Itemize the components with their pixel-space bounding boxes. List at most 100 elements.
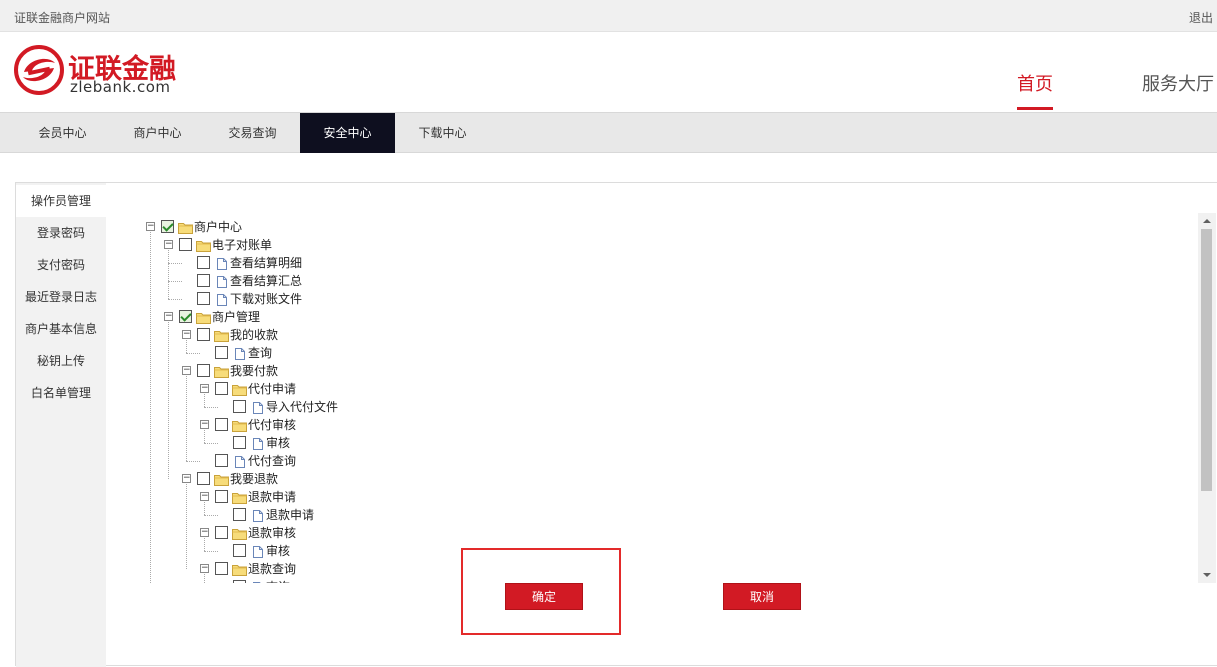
node-checkbox[interactable] [197, 256, 210, 269]
menu-item-download-center[interactable]: 下载中心 [395, 113, 490, 153]
sidebar-item-merchant-info[interactable]: 商户基本信息 [16, 313, 106, 345]
collapse-icon[interactable]: − [182, 366, 191, 375]
scroll-down-arrow-icon[interactable] [1198, 567, 1216, 583]
tree-node[interactable]: 审核 [204, 434, 418, 452]
node-label[interactable]: 审核 [266, 542, 290, 560]
collapse-icon[interactable]: − [182, 330, 191, 339]
collapse-icon[interactable]: − [164, 240, 173, 249]
tree-node[interactable]: − 商户中心 [146, 218, 346, 236]
node-checkbox[interactable] [233, 436, 246, 449]
node-checkbox[interactable] [197, 364, 210, 377]
node-checkbox[interactable] [179, 238, 192, 251]
logo[interactable]: 证联金融 zlebank.com [14, 45, 184, 97]
collapse-icon[interactable]: − [200, 564, 209, 573]
node-label[interactable]: 商户中心 [194, 218, 242, 236]
tree-scrollbar[interactable] [1198, 213, 1216, 583]
collapse-icon[interactable]: − [200, 492, 209, 501]
collapse-icon[interactable]: − [200, 384, 209, 393]
tree-node[interactable]: 审核 [204, 542, 418, 560]
node-checkbox[interactable] [233, 580, 246, 583]
node-label[interactable]: 我要退款 [230, 470, 278, 488]
node-checkbox[interactable] [197, 328, 210, 341]
node-checkbox[interactable] [215, 418, 228, 431]
tree-node[interactable]: 查询 [218, 578, 418, 583]
node-label[interactable]: 查看结算明细 [230, 254, 302, 272]
node-label[interactable]: 退款查询 [248, 560, 296, 578]
tree-node[interactable]: − 我的收款 [182, 326, 382, 344]
node-label[interactable]: 下载对账文件 [230, 290, 302, 308]
collapse-icon[interactable]: − [182, 474, 191, 483]
tree-node[interactable]: 退款申请 [204, 506, 418, 524]
node-checkbox[interactable] [215, 526, 228, 539]
node-checkbox[interactable] [215, 490, 228, 503]
tree-node[interactable]: 代付查询 [186, 452, 400, 470]
tree-node[interactable]: 查询 [186, 344, 400, 362]
logout-link[interactable]: 退出 [1189, 9, 1213, 26]
menu-item-merchant-center[interactable]: 商户中心 [110, 113, 205, 153]
node-label[interactable]: 我的收款 [230, 326, 278, 344]
node-checkbox[interactable] [215, 346, 228, 359]
tree-node[interactable]: − 退款申请 [200, 488, 400, 506]
tree-node[interactable]: − 电子对账单 [164, 236, 364, 254]
node-label[interactable]: 电子对账单 [212, 236, 272, 254]
node-label[interactable]: 我要付款 [230, 362, 278, 380]
collapse-icon[interactable]: − [146, 222, 155, 231]
tree-node[interactable]: 导入代付文件 [204, 398, 418, 416]
node-checkbox[interactable] [161, 220, 174, 233]
tree-node[interactable]: − 我要付款 [182, 362, 382, 380]
topnav-home[interactable]: 首页 [1017, 70, 1053, 96]
node-checkbox[interactable] [215, 454, 228, 467]
node-label[interactable]: 查询 [248, 344, 272, 362]
collapse-icon[interactable]: − [164, 312, 173, 321]
node-label[interactable]: 退款审核 [248, 524, 296, 542]
topnav-service-hall[interactable]: 服务大厅 [1142, 70, 1214, 96]
node-checkbox[interactable] [179, 310, 192, 323]
sidebar-item-recent-login-log[interactable]: 最近登录日志 [16, 281, 106, 313]
node-label[interactable]: 审核 [266, 434, 290, 452]
node-label[interactable]: 查询 [266, 578, 290, 583]
tree-guide-line [168, 263, 182, 264]
scroll-thumb[interactable] [1201, 229, 1212, 491]
sidebar-item-whitelist[interactable]: 白名单管理 [16, 377, 106, 409]
node-checkbox[interactable] [233, 400, 246, 413]
node-label[interactable]: 导入代付文件 [266, 398, 338, 416]
node-checkbox[interactable] [197, 472, 210, 485]
sidebar-item-payment-password[interactable]: 支付密码 [16, 249, 106, 281]
node-label[interactable]: 代付审核 [248, 416, 296, 434]
node-label[interactable]: 商户管理 [212, 308, 260, 326]
menu-item-transaction-query[interactable]: 交易查询 [205, 113, 300, 153]
tree-node[interactable]: 查看结算汇总 [168, 272, 382, 290]
node-label[interactable]: 退款申请 [266, 506, 314, 524]
sidebar-item-key-upload[interactable]: 秘钥上传 [16, 345, 106, 377]
collapse-icon[interactable]: − [200, 420, 209, 429]
node-label[interactable]: 查看结算汇总 [230, 272, 302, 290]
folder-icon [214, 329, 229, 342]
confirm-button[interactable]: 确定 [505, 583, 583, 610]
sidebar-item-login-password[interactable]: 登录密码 [16, 217, 106, 249]
node-checkbox[interactable] [233, 508, 246, 521]
tree-node[interactable]: − 退款审核 [200, 524, 400, 542]
collapse-icon[interactable]: − [200, 528, 209, 537]
node-checkbox[interactable] [215, 562, 228, 575]
node-label[interactable]: 退款申请 [248, 488, 296, 506]
sidebar-item-operator-management[interactable]: 操作员管理 [16, 185, 106, 217]
tree-node[interactable]: − 我要退款 [182, 470, 382, 488]
cancel-button[interactable]: 取消 [723, 583, 801, 610]
scroll-up-arrow-icon[interactable] [1198, 213, 1216, 229]
tree-node[interactable]: 下载对账文件 [168, 290, 382, 308]
node-checkbox[interactable] [197, 292, 210, 305]
menu-item-security-center[interactable]: 安全中心 [300, 113, 395, 153]
tree-node[interactable]: 查看结算明细 [168, 254, 382, 272]
file-icon [250, 509, 265, 522]
node-checkbox[interactable] [215, 382, 228, 395]
node-checkbox[interactable] [197, 274, 210, 287]
folder-icon [196, 239, 211, 252]
tree-node[interactable]: − 退款查询 [200, 560, 400, 578]
tree-node[interactable]: − 代付审核 [200, 416, 400, 434]
node-checkbox[interactable] [233, 544, 246, 557]
node-label[interactable]: 代付申请 [248, 380, 296, 398]
tree-node[interactable]: − 商户管理 [164, 308, 364, 326]
tree-node[interactable]: − 代付申请 [200, 380, 400, 398]
menu-item-member-center[interactable]: 会员中心 [15, 113, 110, 153]
node-label[interactable]: 代付查询 [248, 452, 296, 470]
